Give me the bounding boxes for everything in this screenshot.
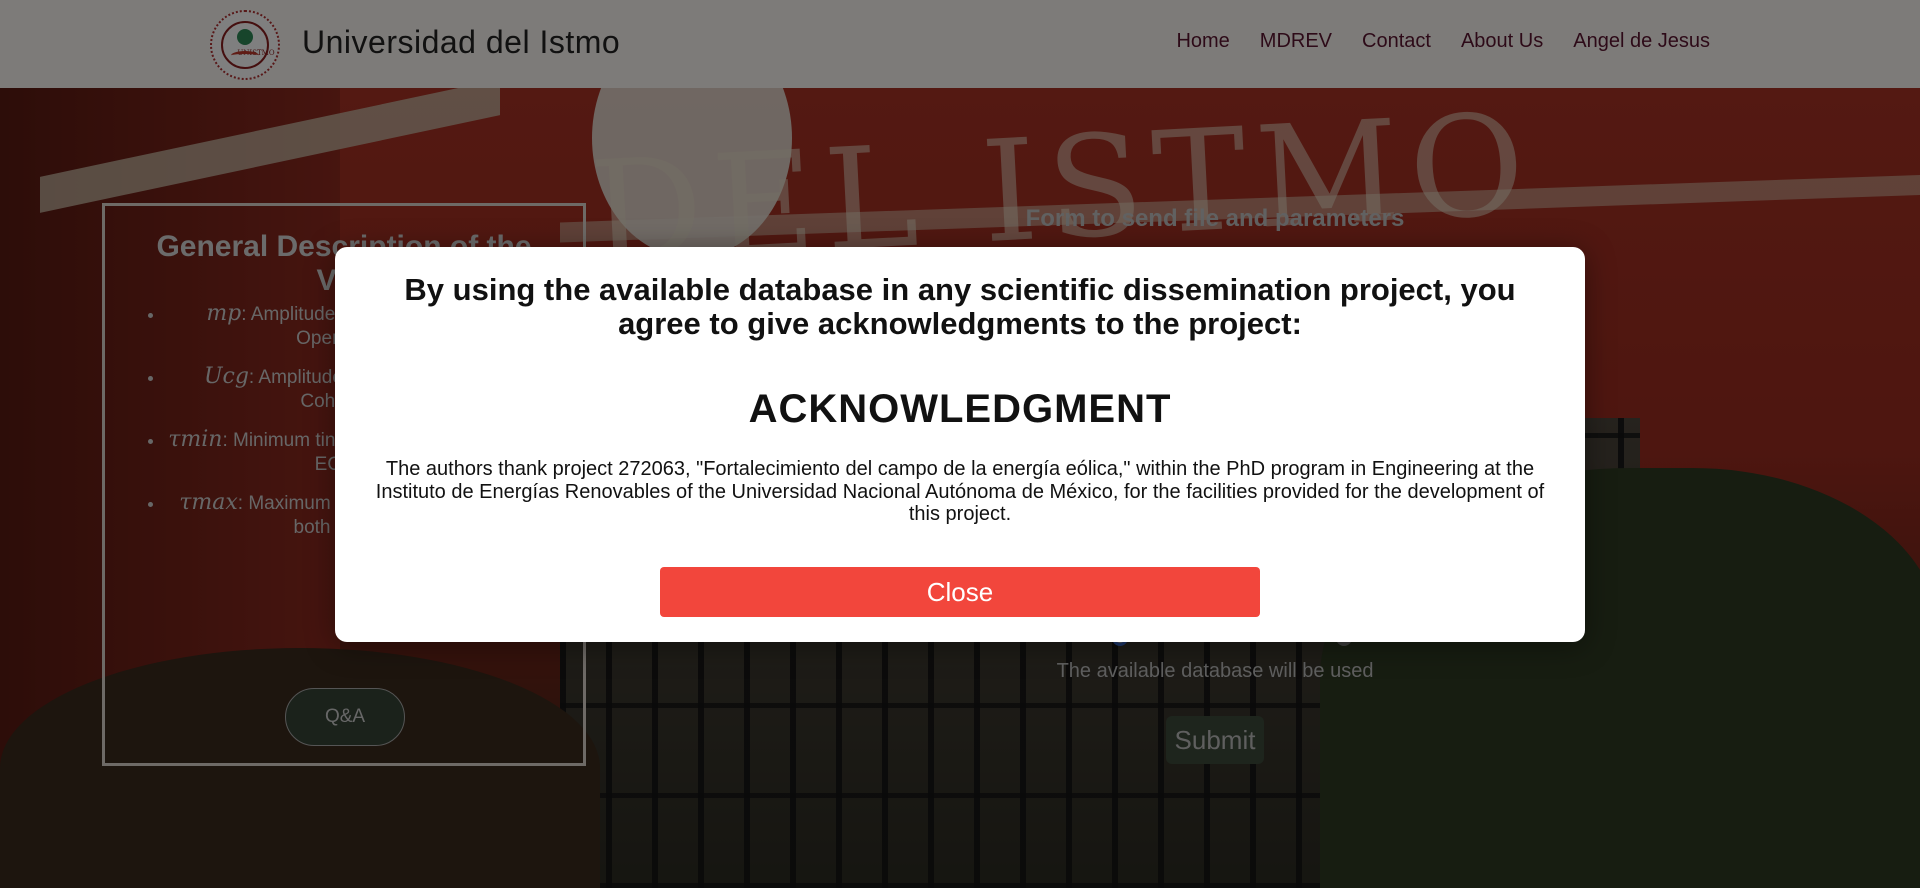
modal-subheading: ACKNOWLEDGMENT bbox=[748, 387, 1172, 431]
acknowledgment-text: The authors thank project 272063, "Forta… bbox=[375, 458, 1545, 525]
close-button[interactable]: Close bbox=[660, 567, 1260, 617]
modal-heading: By using the available database in any s… bbox=[404, 272, 1516, 341]
acknowledgment-modal: By using the available database in any s… bbox=[335, 247, 1585, 642]
